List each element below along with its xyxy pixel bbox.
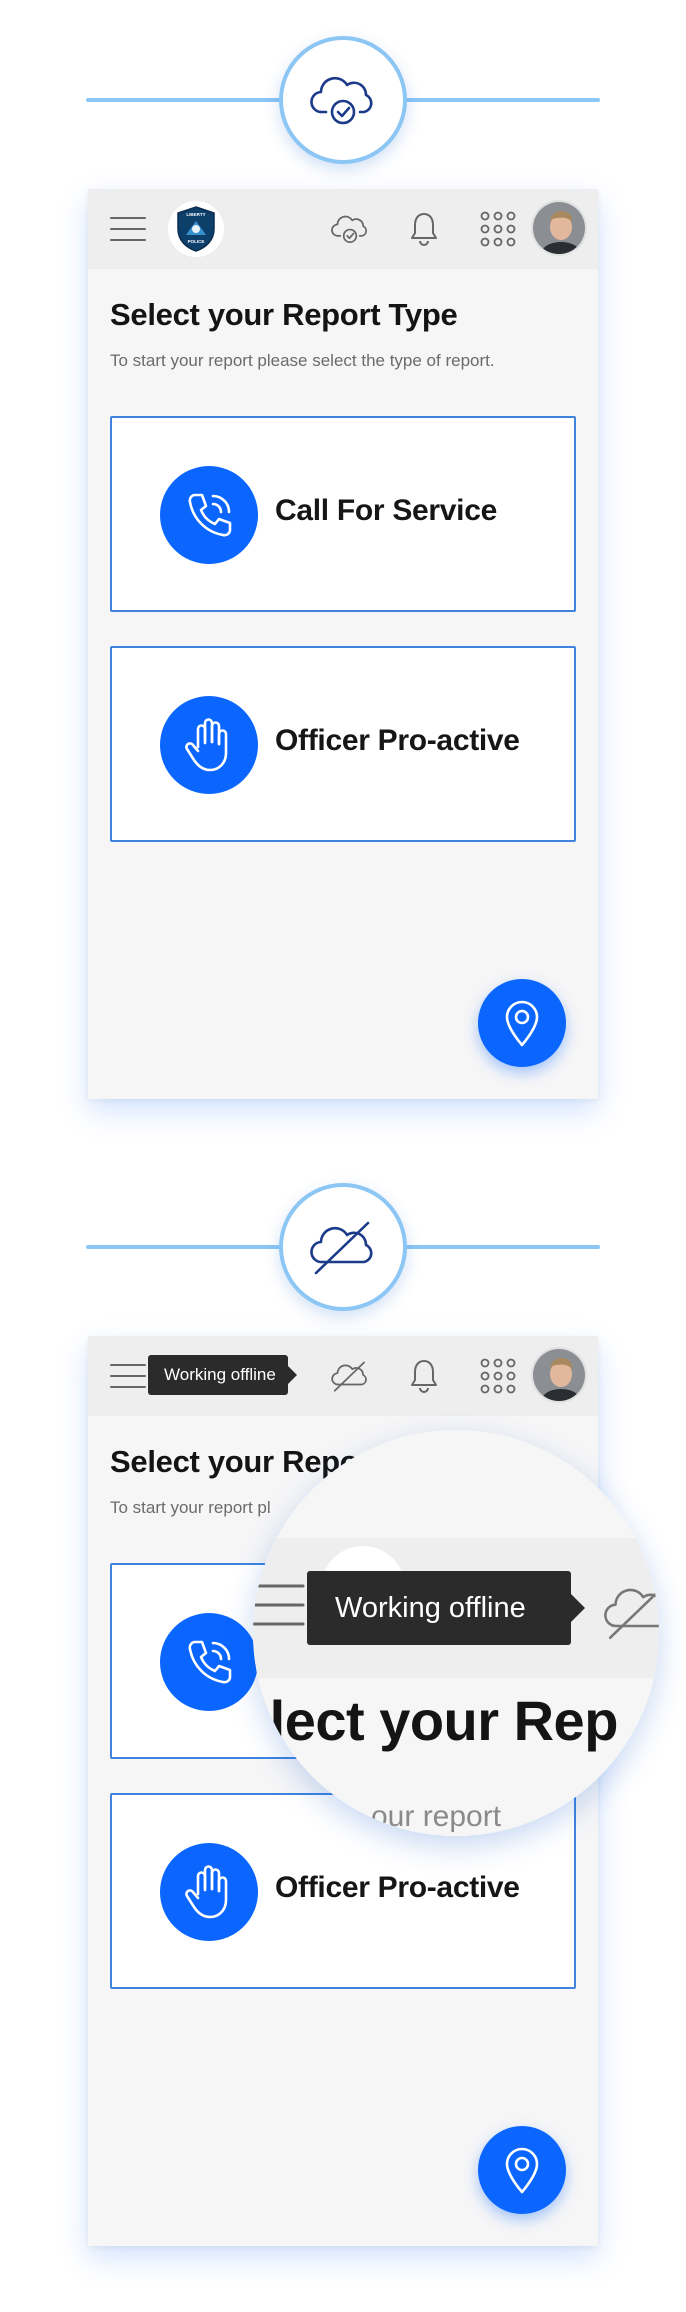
phone-call-icon <box>188 1640 232 1684</box>
magnifier-callout: Working offline elect your Rep our repor… <box>253 1430 659 1836</box>
report-type-label: Officer Pro-active <box>275 1871 520 1904</box>
report-type-label: Call For Service <box>275 494 497 527</box>
phone-screen-online: LIBERTY POLICE Select your Report Type T… <box>88 189 598 1099</box>
cloud-check-icon <box>310 76 373 125</box>
report-type-officer-pro-active[interactable]: Officer Pro-active <box>110 646 576 842</box>
online-status-indicator <box>279 36 407 164</box>
location-pin-icon <box>505 2147 539 2194</box>
user-avatar[interactable] <box>531 1347 587 1403</box>
sync-status-button[interactable] <box>324 203 376 255</box>
page-subtitle: To start your report please select the t… <box>110 351 495 370</box>
notifications-button[interactable] <box>398 1350 450 1402</box>
tooltip-arrow <box>571 1594 585 1622</box>
bell-icon <box>411 1360 437 1393</box>
liberty-police-badge-icon: LIBERTY POLICE <box>177 206 215 252</box>
avatar-image <box>533 202 585 254</box>
cloud-off-icon <box>310 1221 373 1275</box>
hamburger-icon <box>253 1584 305 1626</box>
hamburger-icon <box>110 217 146 241</box>
report-type-label: Officer Pro-active <box>275 724 520 757</box>
avatar-image <box>533 1349 585 1401</box>
report-type-icon <box>160 1613 258 1711</box>
phone-call-icon <box>188 493 232 537</box>
app-grid-icon <box>480 1358 516 1394</box>
page-title: Select your Report Type <box>110 297 458 332</box>
magnified-subtitle: our report <box>371 1800 502 1833</box>
cloud-off-icon <box>604 1588 659 1640</box>
offline-tooltip: Working offline <box>148 1355 297 1395</box>
location-pin-icon <box>505 1000 539 1047</box>
report-type-icon <box>160 696 258 794</box>
apps-button[interactable] <box>472 203 524 255</box>
magnifier-screen-bg <box>253 1430 659 1538</box>
report-type-call-for-service[interactable]: Call For Service <box>110 416 576 612</box>
top-bar: LIBERTY POLICE <box>88 189 598 269</box>
bell-icon <box>411 213 437 246</box>
agency-logo: LIBERTY POLICE <box>168 201 224 257</box>
apps-button[interactable] <box>472 1350 524 1402</box>
app-grid-icon <box>480 211 516 247</box>
offline-status-divider <box>86 1183 600 1313</box>
magnified-title: elect your Rep <box>253 1689 618 1752</box>
tooltip-text: Working offline <box>335 1592 526 1624</box>
location-fab-button[interactable] <box>478 2126 566 2214</box>
tooltip-arrow <box>288 1366 297 1384</box>
magnifier-top-bar: Working offline <box>253 1538 659 1678</box>
logo-text-top: LIBERTY <box>186 212 205 217</box>
cloud-check-icon <box>331 215 367 243</box>
offline-status-indicator <box>279 1183 407 1311</box>
user-avatar[interactable] <box>531 200 587 256</box>
sync-status-button[interactable] <box>324 1350 376 1402</box>
location-fab-button[interactable] <box>478 979 566 1067</box>
online-status-divider <box>86 36 600 166</box>
notifications-button[interactable] <box>398 203 450 255</box>
logo-text-bottom: POLICE <box>188 239 205 244</box>
tooltip-text: Working offline <box>164 1365 276 1384</box>
raised-hand-icon <box>185 718 228 772</box>
page-subtitle: To start your report pl <box>110 1498 271 1517</box>
raised-hand-icon <box>185 1865 228 1919</box>
menu-button[interactable] <box>102 203 154 255</box>
cloud-off-icon <box>331 1361 367 1392</box>
report-type-icon <box>160 1843 258 1941</box>
menu-button[interactable] <box>102 1350 154 1402</box>
top-bar: Working offline <box>88 1336 598 1416</box>
hamburger-icon <box>110 1364 146 1388</box>
report-type-icon <box>160 466 258 564</box>
magnified-offline-tooltip: Working offline <box>307 1571 585 1645</box>
